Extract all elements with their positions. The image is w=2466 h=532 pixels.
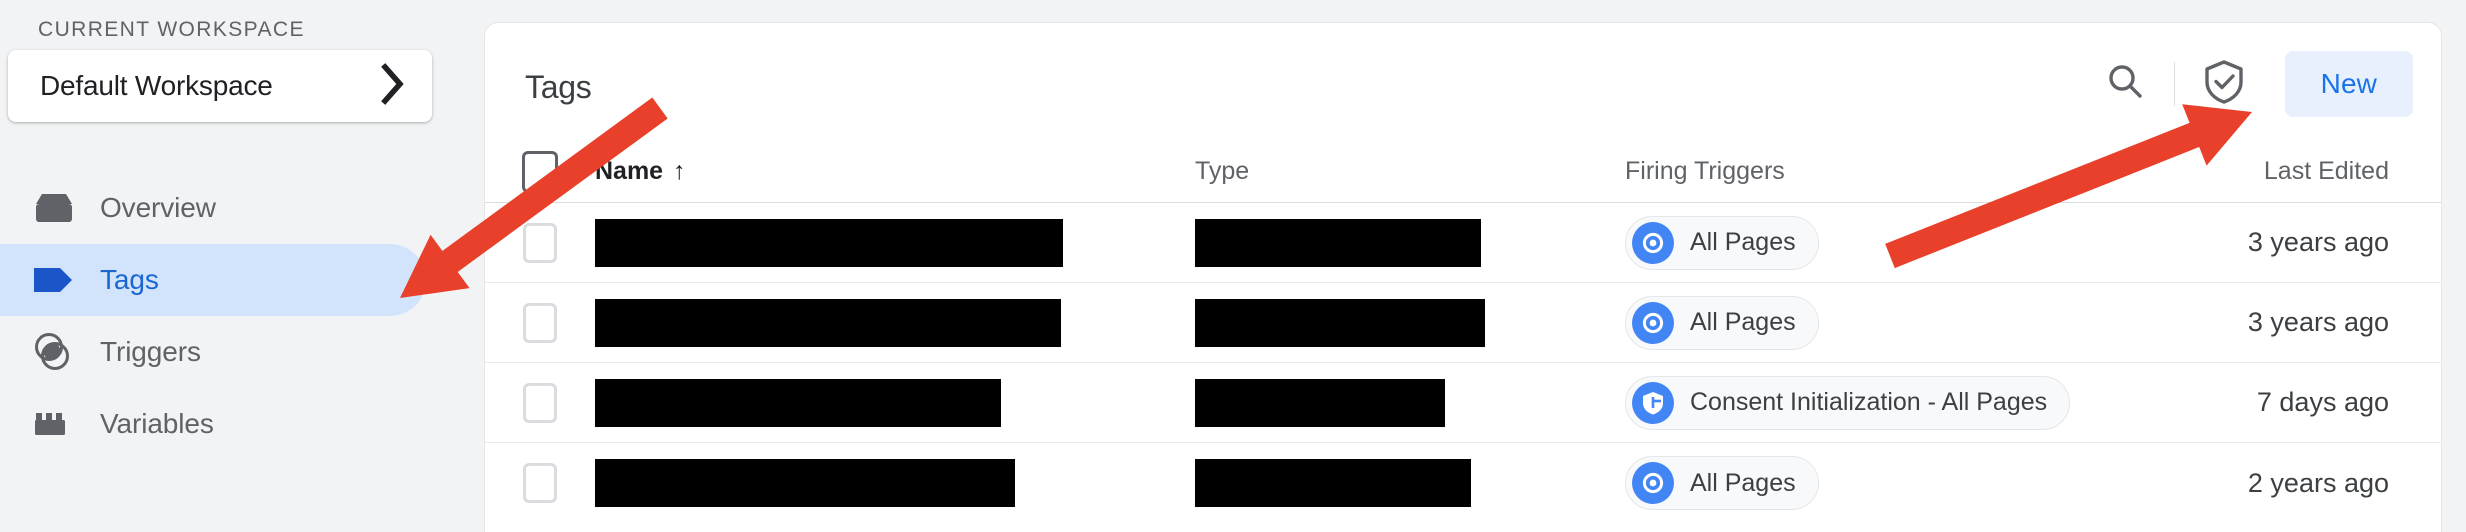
row-select-cell <box>485 222 595 263</box>
trigger-chip-label: All Pages <box>1690 308 1796 336</box>
row-checkbox[interactable] <box>523 463 557 503</box>
pageview-eye-icon <box>1632 301 1674 344</box>
cell-tag-name[interactable] <box>595 218 1195 267</box>
sidebar: CURRENT WORKSPACE Default Workspace Over… <box>0 0 440 532</box>
last-edited-value: 7 days ago <box>2256 387 2389 417</box>
pageview-eye-icon <box>1632 221 1674 264</box>
cell-firing-triggers: All Pages <box>1625 456 2185 510</box>
cell-tag-type <box>1195 459 1625 507</box>
sidebar-item-variables[interactable]: Variables <box>0 388 440 460</box>
consent-overview-button[interactable] <box>2189 49 2259 119</box>
panel-header: Tags New <box>485 23 2441 141</box>
redacted-tag-name <box>595 459 1015 507</box>
table-row[interactable]: All Pages 3 years ago <box>485 283 2441 363</box>
cell-tag-name[interactable] <box>595 459 1195 507</box>
row-checkbox[interactable] <box>523 382 557 423</box>
sidebar-item-label: Tags <box>100 264 159 295</box>
search-button[interactable] <box>2090 49 2160 119</box>
trigger-chip-label: Consent Initialization - All Pages <box>1690 388 2048 416</box>
workspace-selector[interactable]: Default Workspace <box>8 50 432 122</box>
sidebar-item-label: Overview <box>100 192 216 223</box>
last-edited-value: 2 years ago <box>2247 467 2389 498</box>
row-select-cell <box>485 382 595 423</box>
variables-block-icon <box>32 409 78 439</box>
shield-consent-icon <box>1632 381 1674 424</box>
redacted-tag-type <box>1195 218 1481 267</box>
workspace-name: Default Workspace <box>40 70 273 101</box>
cell-tag-type <box>1195 378 1625 427</box>
redacted-tag-name <box>595 218 1063 267</box>
sidebar-item-overview[interactable]: Overview <box>0 172 440 244</box>
cell-tag-name[interactable] <box>595 298 1195 347</box>
trigger-chip[interactable]: All Pages <box>1625 215 1819 270</box>
redacted-tag-name <box>595 298 1061 347</box>
overview-box-icon <box>32 191 78 225</box>
column-header-name-label: Name <box>595 157 664 185</box>
select-all-cell <box>485 150 595 193</box>
column-header-firing-triggers[interactable]: Firing Triggers <box>1625 157 2185 186</box>
redacted-tag-type <box>1195 459 1471 507</box>
cell-tag-type <box>1195 218 1625 267</box>
sidebar-nav: Overview Tags Triggers Variables <box>0 172 440 460</box>
trigger-chip-label: All Pages <box>1690 468 1796 497</box>
cell-firing-triggers: Consent Initialization - All Pages <box>1625 375 2185 430</box>
last-edited-value: 3 years ago <box>2247 227 2389 257</box>
sidebar-item-tags[interactable]: Tags <box>0 244 426 316</box>
page-title: Tags <box>525 69 592 105</box>
select-all-checkbox[interactable] <box>522 150 558 193</box>
cell-tag-name[interactable] <box>595 378 1195 427</box>
column-header-type-label: Type <box>1195 157 1250 185</box>
header-actions: New <box>2090 49 2413 119</box>
cell-firing-triggers: All Pages <box>1625 295 2185 350</box>
shield-check-icon <box>2201 58 2247 111</box>
table-body: All Pages 3 years ago All Pages 3 years ago… <box>485 203 2441 523</box>
tags-panel: Tags New Name ↑ Type Firing Triggers Las… <box>484 22 2442 532</box>
redacted-tag-type <box>1195 298 1485 347</box>
column-header-type[interactable]: Type <box>1195 157 1625 186</box>
cell-last-edited: 3 years ago <box>2185 227 2441 258</box>
gtm-tags-screen: CURRENT WORKSPACE Default Workspace Over… <box>0 0 2466 532</box>
column-header-name[interactable]: Name ↑ <box>595 157 1195 186</box>
cell-tag-type <box>1195 298 1625 347</box>
sort-ascending-icon: ↑ <box>673 157 686 185</box>
table-header-row: Name ↑ Type Firing Triggers Last Edited <box>485 141 2441 203</box>
toolbar-divider <box>2173 62 2175 106</box>
cell-last-edited: 7 days ago <box>2185 387 2441 418</box>
new-button[interactable]: New <box>2284 51 2413 117</box>
redacted-tag-type <box>1195 378 1445 427</box>
trigger-chip-label: All Pages <box>1690 228 1796 256</box>
pageview-eye-icon <box>1632 462 1674 504</box>
search-icon <box>2104 61 2146 108</box>
row-checkbox[interactable] <box>523 302 557 343</box>
tag-icon <box>32 265 78 295</box>
table-row[interactable]: Consent Initialization - All Pages 7 days… <box>485 363 2441 443</box>
triggers-circles-icon <box>32 332 78 372</box>
trigger-chip[interactable]: Consent Initialization - All Pages <box>1625 375 2071 430</box>
trigger-chip[interactable]: All Pages <box>1625 456 1819 510</box>
chevron-right-icon <box>380 62 406 110</box>
sidebar-item-triggers[interactable]: Triggers <box>0 316 440 388</box>
table-row[interactable]: All Pages 2 years ago <box>485 443 2441 523</box>
redacted-tag-name <box>595 378 1001 427</box>
row-select-cell <box>485 302 595 343</box>
sidebar-item-label: Variables <box>100 408 214 439</box>
cell-last-edited: 3 years ago <box>2185 307 2441 338</box>
row-checkbox[interactable] <box>523 222 557 263</box>
column-header-last-edited[interactable]: Last Edited <box>2185 157 2441 186</box>
sidebar-item-label: Triggers <box>100 336 201 367</box>
cell-firing-triggers: All Pages <box>1625 215 2185 270</box>
cell-last-edited: 2 years ago <box>2185 468 2441 499</box>
last-edited-value: 3 years ago <box>2247 307 2389 337</box>
column-header-firing-triggers-label: Firing Triggers <box>1625 157 1785 185</box>
trigger-chip[interactable]: All Pages <box>1625 295 1819 350</box>
current-workspace-label: CURRENT WORKSPACE <box>38 18 305 41</box>
row-select-cell <box>485 463 595 503</box>
column-header-last-edited-label: Last Edited <box>2263 157 2389 185</box>
table-row[interactable]: All Pages 3 years ago <box>485 203 2441 283</box>
